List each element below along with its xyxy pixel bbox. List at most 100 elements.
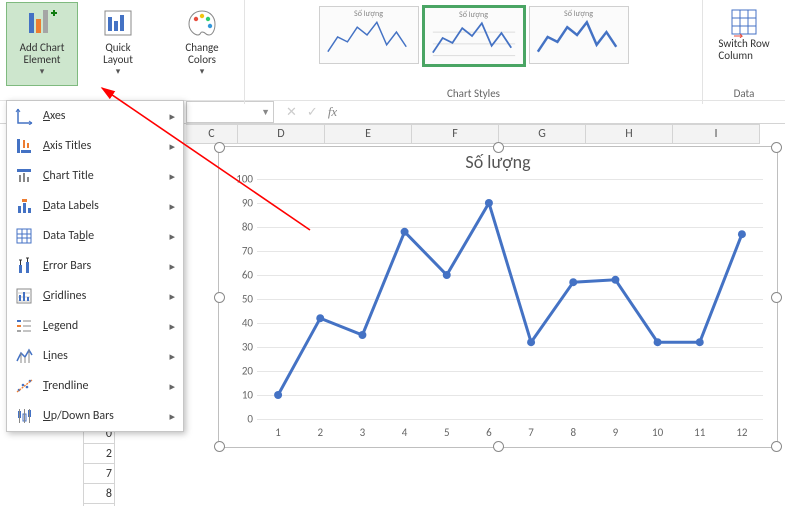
ribbon: Add Chart Element ▾ Quick Layout ▾ Chang…	[0, 0, 785, 101]
y-tick: 60	[227, 269, 253, 282]
menu-item-datatable[interactable]: Data Table ▸	[7, 221, 183, 251]
x-tick: 7	[528, 426, 534, 439]
cell[interactable]: 7	[83, 464, 115, 484]
menu-item-label: Axis Titles	[43, 139, 91, 153]
column-header[interactable]: I	[673, 124, 760, 144]
chart-style-3[interactable]: Số lượng	[529, 6, 629, 64]
menu-item-updown[interactable]: Up/Down Bars ▸	[7, 401, 183, 431]
column-header[interactable]: E	[325, 124, 412, 144]
resize-handle[interactable]	[771, 292, 782, 303]
menu-item-axes[interactable]: Axes▸	[7, 101, 183, 131]
y-tick: 80	[227, 221, 253, 234]
y-tick: 40	[227, 317, 253, 330]
menu-item-charttitle[interactable]: Chart Title ▸	[7, 161, 183, 191]
resize-handle[interactable]	[214, 441, 225, 452]
switch-row-column-button[interactable]: Switch Row Column	[709, 2, 779, 62]
column-header[interactable]: C	[186, 124, 238, 144]
x-tick: 11	[694, 426, 705, 439]
axes-icon	[15, 107, 33, 125]
x-tick: 1	[275, 426, 281, 439]
quick-layout-label: Quick Layout	[103, 42, 133, 66]
menu-item-gridlines[interactable]: Gridlines ▸	[7, 281, 183, 311]
menu-item-label: Chart Title	[43, 169, 94, 183]
menu-item-label: Up/Down Bars	[43, 409, 114, 423]
plot-area[interactable]: 0102030405060708090100123456789101112	[257, 179, 763, 419]
y-tick: 20	[227, 365, 253, 378]
add-chart-element-menu: Axes▸Axis Titles▸Chart Title▸Data Labels…	[6, 100, 184, 432]
menu-item-label: Data Table	[43, 229, 94, 243]
x-tick: 2	[317, 426, 323, 439]
resize-handle[interactable]	[493, 441, 504, 452]
y-tick: 0	[227, 413, 253, 426]
chart-style-2[interactable]: Số lượng	[423, 6, 525, 66]
name-box-input[interactable]	[187, 104, 253, 120]
chevron-right-icon: ▸	[169, 140, 175, 153]
menu-item-label: Axes	[43, 109, 66, 123]
cell[interactable]: 2	[83, 444, 115, 464]
chevron-down-icon[interactable]: ▼	[261, 107, 273, 118]
chevron-right-icon: ▸	[169, 350, 175, 363]
data-group-label: Data	[734, 85, 755, 102]
chevron-right-icon: ▸	[169, 230, 175, 243]
chevron-down-icon: ▾	[40, 66, 45, 78]
menu-item-label: Legend	[43, 319, 78, 333]
name-box[interactable]: ▼	[186, 101, 274, 123]
change-colors-button[interactable]: Change Colors ▾	[166, 2, 238, 86]
column-header[interactable]: H	[586, 124, 673, 144]
y-tick: 70	[227, 245, 253, 258]
resize-handle[interactable]	[214, 292, 225, 303]
x-tick: 8	[570, 426, 576, 439]
enter-icon[interactable]: ✓	[307, 105, 318, 120]
chevron-right-icon: ▸	[169, 410, 175, 423]
add-chart-element-button[interactable]: Add Chart Element ▾	[6, 2, 78, 86]
chevron-right-icon: ▸	[169, 380, 175, 393]
resize-handle[interactable]	[493, 142, 504, 153]
menu-item-label: Gridlines	[43, 289, 86, 303]
cancel-icon[interactable]: ✕	[286, 105, 297, 120]
lines-icon	[15, 347, 33, 365]
x-tick: 9	[613, 426, 619, 439]
chart-style-1[interactable]: Số lượng	[319, 6, 419, 64]
x-tick: 4	[402, 426, 408, 439]
resize-handle[interactable]	[771, 441, 782, 452]
resize-handle[interactable]	[214, 142, 225, 153]
y-tick: 100	[227, 173, 253, 186]
quick-layout-icon	[102, 7, 134, 39]
column-header[interactable]: F	[412, 124, 499, 144]
menu-item-label: Error Bars	[43, 259, 91, 273]
column-header[interactable]: G	[499, 124, 586, 144]
menu-item-legend[interactable]: Legend ▸	[7, 311, 183, 341]
switch-row-column-icon	[728, 6, 760, 38]
column-header[interactable]: D	[238, 124, 325, 144]
x-tick: 6	[486, 426, 492, 439]
line-series[interactable]	[257, 179, 763, 419]
trendline-icon	[15, 377, 33, 395]
chevron-right-icon: ▸	[169, 290, 175, 303]
gridlines-icon	[15, 287, 33, 305]
x-tick: 5	[444, 426, 450, 439]
datatable-icon	[15, 227, 33, 245]
x-tick: 12	[736, 426, 747, 439]
cell[interactable]: 8	[83, 484, 115, 504]
add-chart-element-icon	[26, 7, 58, 39]
x-tick: 3	[360, 426, 366, 439]
change-colors-label: Change Colors	[185, 42, 218, 66]
errorbars-icon	[15, 257, 33, 275]
fx-button[interactable]: fx	[328, 104, 337, 120]
embedded-chart[interactable]: Số lượng 0102030405060708090100123456789…	[218, 146, 778, 448]
menu-item-trendline[interactable]: Trendline▸	[7, 371, 183, 401]
menu-item-errorbars[interactable]: Error Bars▸	[7, 251, 183, 281]
menu-item-axistitles[interactable]: Axis Titles ▸	[7, 131, 183, 161]
quick-layout-button[interactable]: Quick Layout ▾	[82, 2, 154, 86]
resize-handle[interactable]	[771, 142, 782, 153]
chart-styles-label: Chart Styles	[447, 85, 500, 102]
menu-item-label: Lines	[43, 349, 68, 363]
y-tick: 30	[227, 341, 253, 354]
menu-item-datalabels[interactable]: Data Labels▸	[7, 191, 183, 221]
chevron-right-icon: ▸	[169, 170, 175, 183]
chevron-right-icon: ▸	[169, 320, 175, 333]
updown-icon	[15, 407, 33, 425]
switch-row-column-label: Switch Row Column	[718, 38, 769, 62]
chevron-down-icon: ▾	[116, 66, 121, 78]
menu-item-lines[interactable]: Lines ▸	[7, 341, 183, 371]
